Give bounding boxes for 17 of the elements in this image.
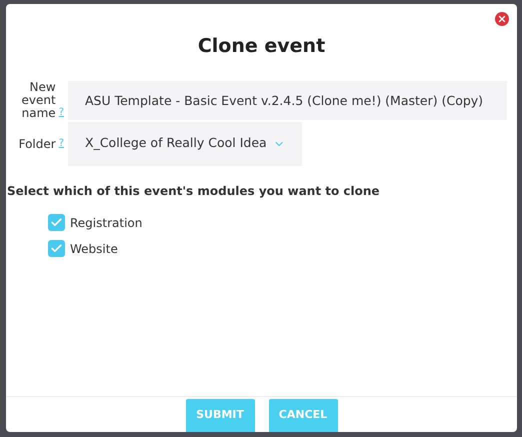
dialog-title: Clone event: [196, 34, 326, 59]
submit-button[interactable]: SUBMIT: [186, 399, 254, 432]
checkmark-icon: [50, 216, 63, 229]
checkbox[interactable]: [48, 240, 65, 257]
checkmark-icon: [50, 242, 63, 255]
folder-dropdown[interactable]: X_College of Really Cool Idea: [68, 122, 302, 166]
cancel-button[interactable]: CANCEL: [268, 399, 338, 432]
close-icon[interactable]: [495, 12, 509, 26]
field-label: New event name: [20, 80, 56, 120]
modules-prompt: Select which of this event's modules you want to clone: [7, 182, 381, 200]
checkbox[interactable]: [48, 214, 65, 231]
field-label: Folder: [18, 138, 56, 151]
event-name-field[interactable]: ASU Template - Basic Event v.2.4.5 (Clone me!) (Master) (Copy): [68, 80, 507, 120]
help-link[interactable]: ?: [58, 104, 64, 120]
module-label: Registration: [70, 214, 142, 232]
help-link[interactable]: ?: [58, 136, 64, 151]
module-label: Website: [70, 240, 118, 258]
